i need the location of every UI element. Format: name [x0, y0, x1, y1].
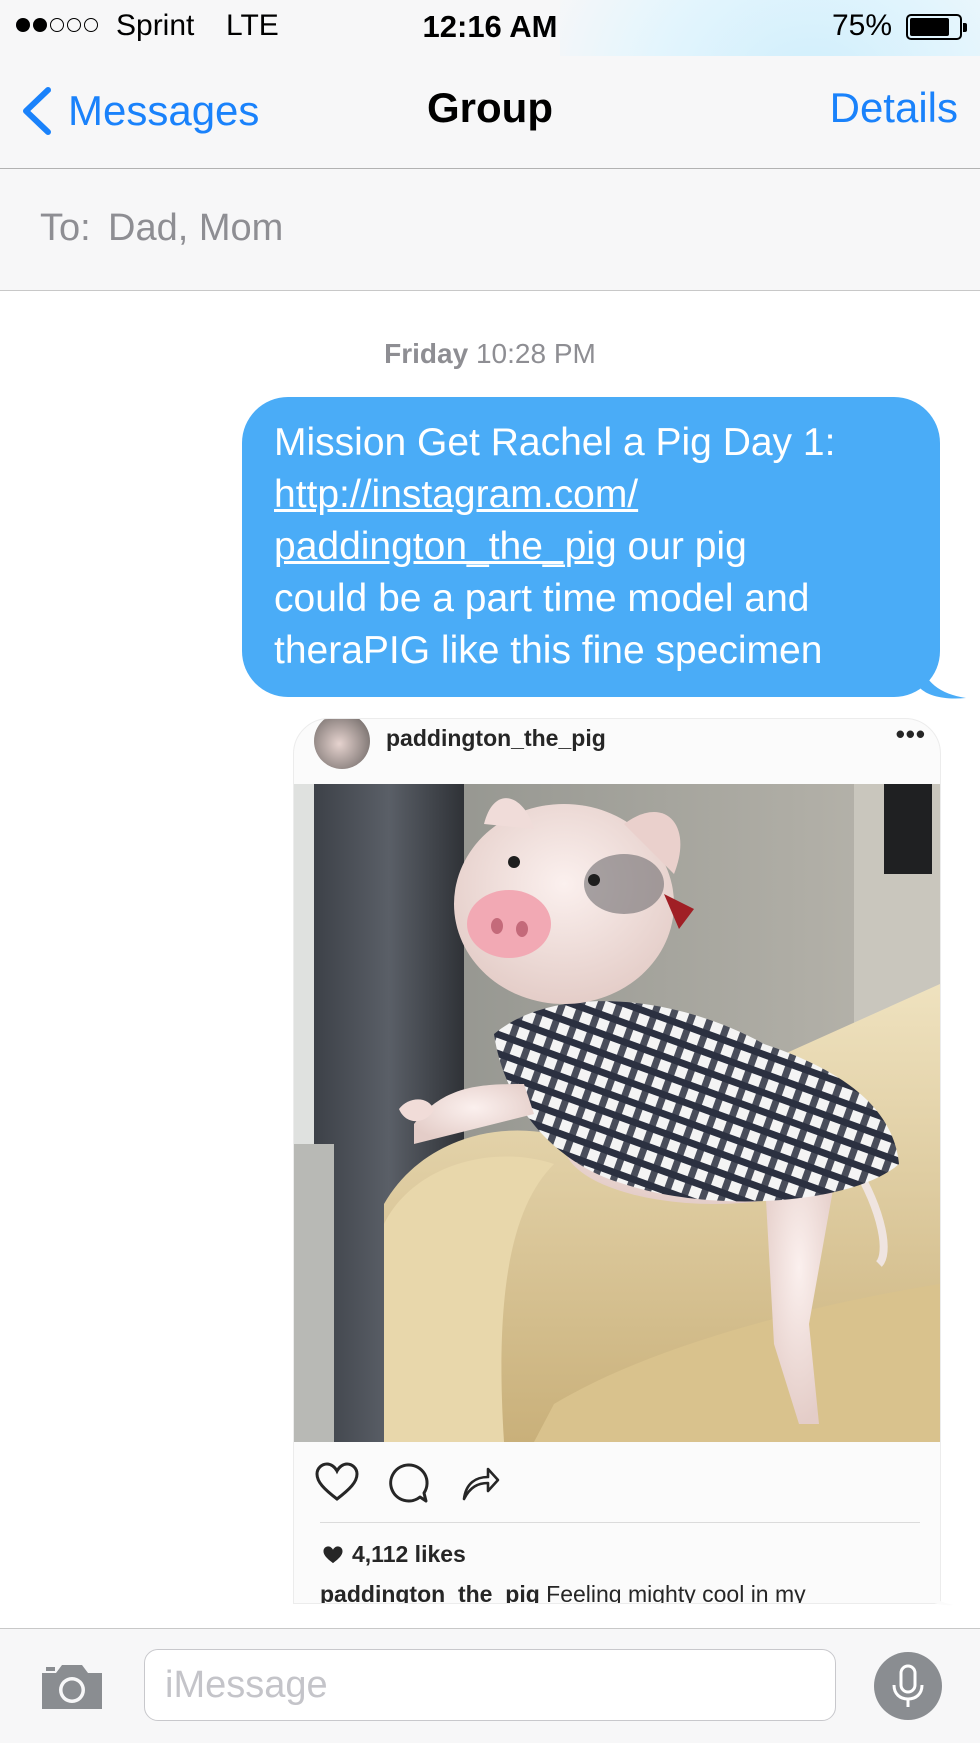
- to-label: To:: [40, 207, 91, 249]
- message-timestamp: Friday 10:28 PM: [0, 338, 980, 370]
- heart-filled-icon: [323, 1545, 343, 1563]
- likes-text: 4,112 likes: [352, 1541, 466, 1567]
- caption-username: paddington_the_pig: [320, 1581, 540, 1604]
- message-link-continued[interactable]: paddington_the_pig: [274, 525, 617, 568]
- preview-tail: [924, 1580, 954, 1606]
- message-line: theraPIG like this fine specimen: [274, 629, 823, 672]
- pig-photo: [294, 784, 940, 1442]
- likes-count: 4,112 likes: [322, 1541, 466, 1568]
- status-bar: Sprint LTE 12:16 AM 75%: [0, 0, 980, 290]
- instagram-post-header: paddington_the_pig •••: [294, 719, 940, 783]
- details-button[interactable]: Details: [830, 84, 958, 132]
- comment-icon[interactable]: [386, 1461, 430, 1505]
- message-input[interactable]: [144, 1649, 836, 1721]
- post-caption: paddington_the_pig Feeling mighty cool i…: [320, 1581, 806, 1604]
- bubble-tail: [920, 660, 966, 699]
- microphone-icon: [892, 1664, 924, 1707]
- camera-icon[interactable]: [38, 1663, 106, 1711]
- timestamp-day: Friday: [384, 338, 469, 369]
- message-text: our pig: [616, 525, 747, 568]
- instagram-username: paddington_the_pig: [386, 725, 606, 751]
- recipient-names[interactable]: Dad, Mom: [108, 207, 283, 250]
- avatar: [314, 719, 370, 769]
- battery-icon: [906, 14, 967, 40]
- message-line: http://instagram.com/: [274, 469, 910, 521]
- instagram-link-preview[interactable]: paddington_the_pig ••• 4,112 likes paddi…: [293, 718, 941, 1604]
- like-heart-icon[interactable]: [314, 1461, 360, 1503]
- share-arrow-icon[interactable]: [458, 1461, 502, 1505]
- compose-bar: [0, 1628, 980, 1743]
- divider: [320, 1522, 920, 1523]
- battery-nub: [963, 23, 967, 32]
- recipients-bar[interactable]: To: Dad, Mom: [0, 169, 980, 291]
- more-options-icon: •••: [895, 719, 926, 749]
- instagram-actions: [294, 1457, 940, 1513]
- timestamp-time: 10:28 PM: [475, 338, 596, 369]
- message-line: could be a part time model and: [274, 577, 810, 620]
- message-line: paddington_the_pig our pig: [274, 521, 910, 573]
- microphone-button[interactable]: [874, 1652, 942, 1720]
- message-line: Mission Get Rachel a Pig Day 1:: [274, 421, 836, 464]
- outgoing-message-bubble[interactable]: Mission Get Rachel a Pig Day 1: http://i…: [242, 397, 940, 697]
- navigation-bar: Messages Group Details: [0, 56, 980, 169]
- battery-percent: 75%: [831, 9, 892, 42]
- message-link[interactable]: http://instagram.com/: [274, 473, 638, 516]
- battery-fill: [910, 18, 949, 36]
- caption-text: Feeling mighty cool in my: [539, 1581, 806, 1604]
